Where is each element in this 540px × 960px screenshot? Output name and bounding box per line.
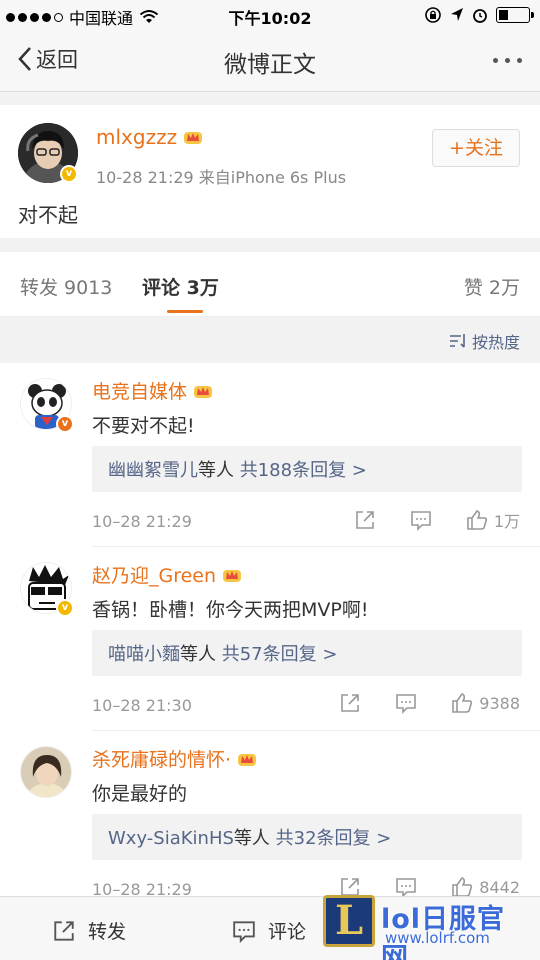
reply-users: Wxy-SiaKinHS: [108, 828, 234, 849]
reply-suffix: 等人: [233, 828, 270, 849]
comment-item: 杀死庸碌的情怀· 你是最好的 Wxy-SiaKinHS等人 共32条回复 > 1…: [0, 731, 540, 903]
tab-likes[interactable]: 赞 2万: [464, 273, 520, 300]
share-icon[interactable]: [354, 509, 376, 531]
commenter-name-text: 杀死庸碌的情怀·: [92, 749, 232, 771]
watermark-url: www.lolrf.com: [385, 929, 490, 947]
like-button[interactable]: 1万: [466, 508, 520, 532]
thumbs-up-icon: [467, 510, 487, 530]
post-author-name[interactable]: mlxgzzz: [96, 125, 203, 149]
comment-text: 你是最好的: [92, 783, 188, 805]
lol-logo-icon: L: [323, 895, 375, 947]
vip-crown-icon: [184, 132, 203, 144]
sort-bar: 按热度: [0, 317, 540, 363]
comment-item: v 赵乃迎_Green 香锅！卧槽！你今天两把MVP啊! 喵喵小麵等人 共57条…: [0, 547, 540, 731]
reply-count: 共32条回复 >: [275, 828, 392, 849]
comment-actions: 9388: [305, 692, 520, 714]
page-title: 微博正文: [224, 52, 316, 78]
reply-users: 幽幽絮雪儿: [108, 460, 198, 481]
commenter-name-text: 电竞自媒体: [92, 381, 188, 403]
rotation-lock-icon: [425, 7, 441, 23]
share-icon[interactable]: [339, 692, 361, 714]
comment-text: 香锅！卧槽！你今天两把MVP啊!: [92, 599, 369, 621]
tab-repost[interactable]: 转发 9013: [20, 273, 112, 300]
reply-suffix: 等人: [180, 644, 216, 665]
post-author-name-text: mlxgzzz: [96, 125, 178, 149]
location-icon: [451, 8, 463, 21]
post-content: 对不起: [18, 203, 78, 227]
replies-summary[interactable]: Wxy-SiaKinHS等人 共32条回复 >: [92, 814, 522, 860]
repost-label: 转发: [88, 921, 127, 943]
commenter-name[interactable]: 电竞自媒体: [92, 377, 213, 404]
thumbs-up-icon: [452, 693, 473, 713]
verified-badge-icon: v: [60, 165, 78, 183]
commenter-name[interactable]: 杀死庸碌的情怀·: [92, 745, 257, 772]
like-count: 9388: [479, 693, 520, 713]
alarm-icon: [473, 9, 487, 23]
comment-icon: [233, 920, 255, 943]
comment-button[interactable]: 评论: [232, 917, 306, 944]
sort-label: 按热度: [471, 333, 520, 352]
nav-bar: 返回 微博正文: [0, 30, 540, 92]
post-tabs: 转发 9013 评论 3万 赞 2万: [0, 252, 540, 317]
replies-summary[interactable]: 幽幽絮雪儿等人 共188条回复 >: [92, 446, 522, 492]
comment-list: v 电竞自媒体 不要对不起! 幽幽絮雪儿等人 共188条回复 > 10–28 2…: [0, 363, 540, 903]
tab-comments[interactable]: 评论 3万: [142, 273, 219, 300]
battery-icon: [496, 7, 534, 23]
sort-by-hot-button[interactable]: 按热度: [449, 329, 520, 353]
comment-time: 10–28 21:30: [92, 696, 192, 715]
watermark: L lol日服官网 www.lolrf.com: [323, 895, 533, 960]
replies-summary[interactable]: 喵喵小麵等人 共57条回复 >: [92, 630, 522, 676]
comment-icon[interactable]: [395, 692, 417, 714]
post-time: 10-28 21:29: [96, 168, 194, 187]
reply-suffix: 等人: [198, 460, 234, 481]
like-count: 1万: [493, 512, 520, 531]
commenter-name[interactable]: 赵乃迎_Green: [92, 561, 242, 588]
verified-badge-icon: v: [56, 599, 74, 617]
post-card: v mlxgzzz 10-28 21:29 来自iPhone 6s Plus 对…: [0, 105, 540, 238]
comment-time: 10–28 21:29: [92, 512, 192, 531]
vip-crown-icon: [194, 385, 213, 398]
tab-comments-count: 3万: [186, 277, 219, 299]
active-tab-indicator: [167, 310, 203, 313]
post-meta: 10-28 21:29 来自iPhone 6s Plus: [96, 164, 346, 188]
like-count: 8442: [479, 877, 520, 897]
comment-actions: 1万: [320, 508, 520, 532]
comment-icon[interactable]: [410, 509, 432, 531]
comment-text: 不要对不起!: [92, 415, 195, 437]
share-icon: [54, 920, 74, 941]
tab-comments-label: 评论: [142, 277, 181, 299]
like-button[interactable]: 9388: [451, 692, 520, 714]
verified-badge-icon: v: [56, 415, 74, 433]
vip-crown-icon: [223, 569, 242, 582]
repost-button[interactable]: 转发: [52, 917, 126, 944]
vip-crown-icon: [238, 753, 257, 766]
reply-count: 共57条回复 >: [221, 644, 338, 665]
status-bar: 中国联通 下午10:02: [0, 0, 540, 30]
reply-users: 喵喵小麵: [108, 644, 180, 665]
follow-button[interactable]: +关注: [432, 129, 520, 167]
post-source: 来自iPhone 6s Plus: [198, 168, 347, 187]
more-options-icon[interactable]: [493, 58, 522, 63]
commenter-name-text: 赵乃迎_Green: [92, 565, 217, 587]
comment-label: 评论: [268, 921, 307, 943]
commenter-avatar[interactable]: [20, 746, 72, 798]
reply-count: 共188条回复 >: [239, 460, 367, 481]
sort-icon: [449, 334, 465, 348]
comment-item: v 电竞自媒体 不要对不起! 幽幽絮雪儿等人 共188条回复 > 10–28 2…: [0, 363, 540, 547]
